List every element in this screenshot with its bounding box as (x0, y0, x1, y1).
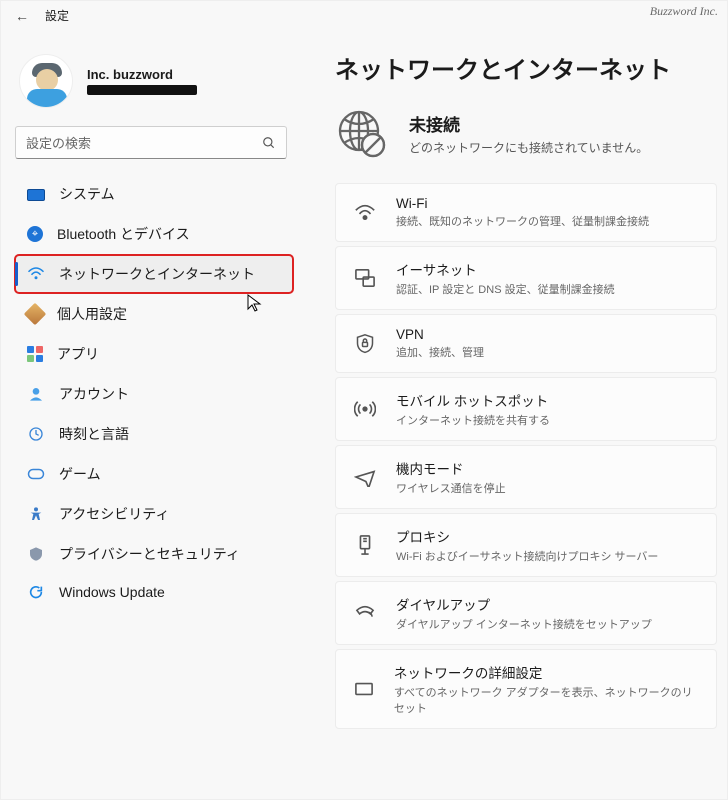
sidebar-item-label: Windows Update (59, 584, 165, 600)
sidebar-item-system[interactable]: システム (15, 175, 293, 213)
card-ethernet[interactable]: イーサネット 認証、IP 設定と DNS 設定、従量制課金接続 (335, 246, 717, 310)
shield-icon (27, 546, 45, 562)
search-placeholder: 設定の検索 (26, 133, 91, 152)
card-subtitle: 接続、既知のネットワークの管理、従量制課金接続 (396, 213, 649, 229)
apps-icon (27, 346, 43, 362)
card-subtitle: ダイヤルアップ インターネット接続をセットアップ (396, 616, 652, 632)
proxy-icon (352, 534, 378, 556)
sidebar-item-label: ゲーム (59, 464, 101, 484)
card-title: ダイヤルアップ (396, 594, 652, 614)
sidebar-item-label: 個人用設定 (57, 304, 127, 324)
card-subtitle: 追加、接続、管理 (396, 344, 484, 360)
card-wifi[interactable]: Wi-Fi 接続、既知のネットワークの管理、従量制課金接続 (335, 183, 717, 242)
card-airplane[interactable]: 機内モード ワイヤレス通信を停止 (335, 445, 717, 509)
sidebar-item-privacy[interactable]: プライバシーとセキュリティ (15, 535, 293, 573)
sidebar-item-network[interactable]: ネットワークとインターネット (15, 255, 293, 293)
user-block[interactable]: Inc. buzzword (15, 46, 293, 126)
sidebar-item-accounts[interactable]: アカウント (15, 375, 293, 413)
sidebar-item-label: アカウント (59, 384, 129, 404)
search-input[interactable]: 設定の検索 (15, 126, 287, 159)
sidebar-item-windows-update[interactable]: Windows Update (15, 575, 293, 609)
card-title: 機内モード (396, 458, 506, 478)
avatar (19, 54, 73, 108)
card-title: Wi-Fi (396, 196, 649, 211)
ethernet-icon (352, 268, 378, 288)
user-name: Inc. buzzword (87, 67, 197, 82)
sidebar-item-label: 時刻と言語 (59, 424, 129, 444)
sidebar-item-apps[interactable]: アプリ (15, 335, 293, 373)
search-icon (262, 136, 276, 150)
sidebar-item-label: システム (59, 184, 115, 204)
sidebar-item-accessibility[interactable]: アクセシビリティ (15, 495, 293, 533)
card-title: モバイル ホットスポット (396, 390, 550, 410)
shield-lock-icon (352, 333, 378, 355)
title-bar: ← 設定 (1, 1, 727, 28)
status-title: 未接続 (409, 111, 648, 136)
advanced-icon (352, 680, 376, 698)
account-icon (27, 386, 45, 402)
app-title: 設定 (45, 7, 69, 24)
network-status: 未接続 どのネットワークにも接続されていません。 (335, 107, 717, 159)
card-title: プロキシ (396, 526, 658, 546)
status-subtitle: どのネットワークにも接続されていません。 (409, 139, 648, 156)
nav: システム ⌖ Bluetooth とデバイス ネットワークとインターネット 個人… (15, 175, 293, 609)
card-hotspot[interactable]: モバイル ホットスポット インターネット接続を共有する (335, 377, 717, 441)
card-subtitle: 認証、IP 設定と DNS 設定、従量制課金接続 (396, 281, 615, 297)
sidebar-item-label: Bluetooth とデバイス (57, 224, 190, 244)
card-vpn[interactable]: VPN 追加、接続、管理 (335, 314, 717, 373)
sidebar-item-label: アプリ (57, 344, 99, 364)
bluetooth-icon: ⌖ (27, 226, 43, 242)
sidebar-item-label: ネットワークとインターネット (59, 264, 255, 284)
gamepad-icon (27, 466, 45, 482)
card-title: ネットワークの詳細設定 (394, 662, 698, 682)
card-dialup[interactable]: ダイヤルアップ ダイヤルアップ インターネット接続をセットアップ (335, 581, 717, 645)
sidebar-item-label: アクセシビリティ (59, 504, 169, 524)
card-title: イーサネット (396, 259, 615, 279)
card-subtitle: すべてのネットワーク アダプターを表示、ネットワークのリセット (394, 684, 698, 716)
page-heading: ネットワークとインターネット (335, 50, 717, 85)
brush-icon (24, 303, 47, 326)
wifi-icon (27, 266, 45, 282)
hotspot-icon (352, 399, 378, 419)
sidebar-item-bluetooth[interactable]: ⌖ Bluetooth とデバイス (15, 215, 293, 253)
user-email-redacted (87, 85, 197, 95)
card-subtitle: インターネット接続を共有する (396, 412, 550, 428)
globe-disconnected-icon (335, 107, 387, 159)
back-button[interactable]: ← (15, 8, 29, 24)
card-proxy[interactable]: プロキシ Wi-Fi およびイーサネット接続向けプロキシ サーバー (335, 513, 717, 577)
globe-clock-icon (27, 426, 45, 442)
sidebar-item-gaming[interactable]: ゲーム (15, 455, 293, 493)
main-panel: ネットワークとインターネット 未接続 どのネットワークにも接続されていません。 (301, 28, 727, 799)
card-subtitle: Wi-Fi およびイーサネット接続向けプロキシ サーバー (396, 548, 658, 564)
sidebar: Inc. buzzword 設定の検索 システム ⌖ Bluetooth とデバ… (1, 28, 301, 799)
card-title: VPN (396, 327, 484, 342)
settings-cards: Wi-Fi 接続、既知のネットワークの管理、従量制課金接続 イーサネット 認証、… (335, 183, 717, 729)
airplane-icon (352, 467, 378, 487)
cycle-icon (27, 584, 45, 600)
system-icon (27, 189, 45, 201)
cursor-pointer-icon (247, 294, 263, 312)
card-advanced[interactable]: ネットワークの詳細設定 すべてのネットワーク アダプターを表示、ネットワークのリ… (335, 649, 717, 729)
card-subtitle: ワイヤレス通信を停止 (396, 480, 506, 496)
wifi-icon (352, 204, 378, 222)
accessibility-icon (27, 506, 45, 522)
sidebar-item-label: プライバシーとセキュリティ (59, 544, 240, 564)
brand-watermark: Buzzword Inc. (650, 4, 718, 19)
sidebar-item-time-language[interactable]: 時刻と言語 (15, 415, 293, 453)
phone-icon (352, 604, 378, 622)
